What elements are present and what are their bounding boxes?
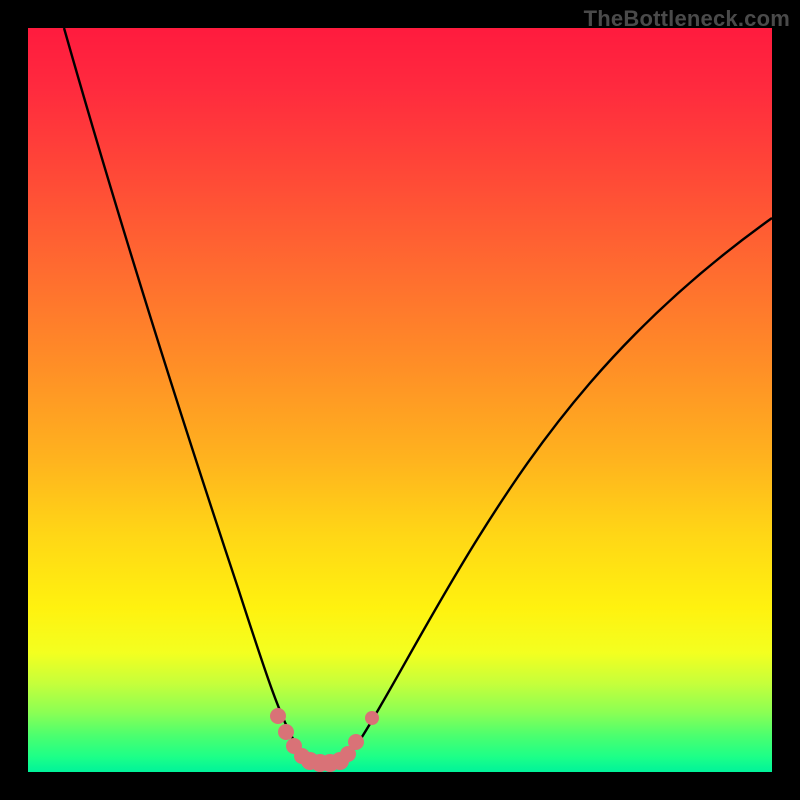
curve-minimum-marker (270, 708, 379, 772)
watermark-text: TheBottleneck.com (584, 6, 790, 32)
plot-area (28, 28, 772, 772)
bottleneck-curve-path (64, 28, 772, 763)
chart-frame: TheBottleneck.com (0, 0, 800, 800)
bottleneck-curve-svg (28, 28, 772, 772)
